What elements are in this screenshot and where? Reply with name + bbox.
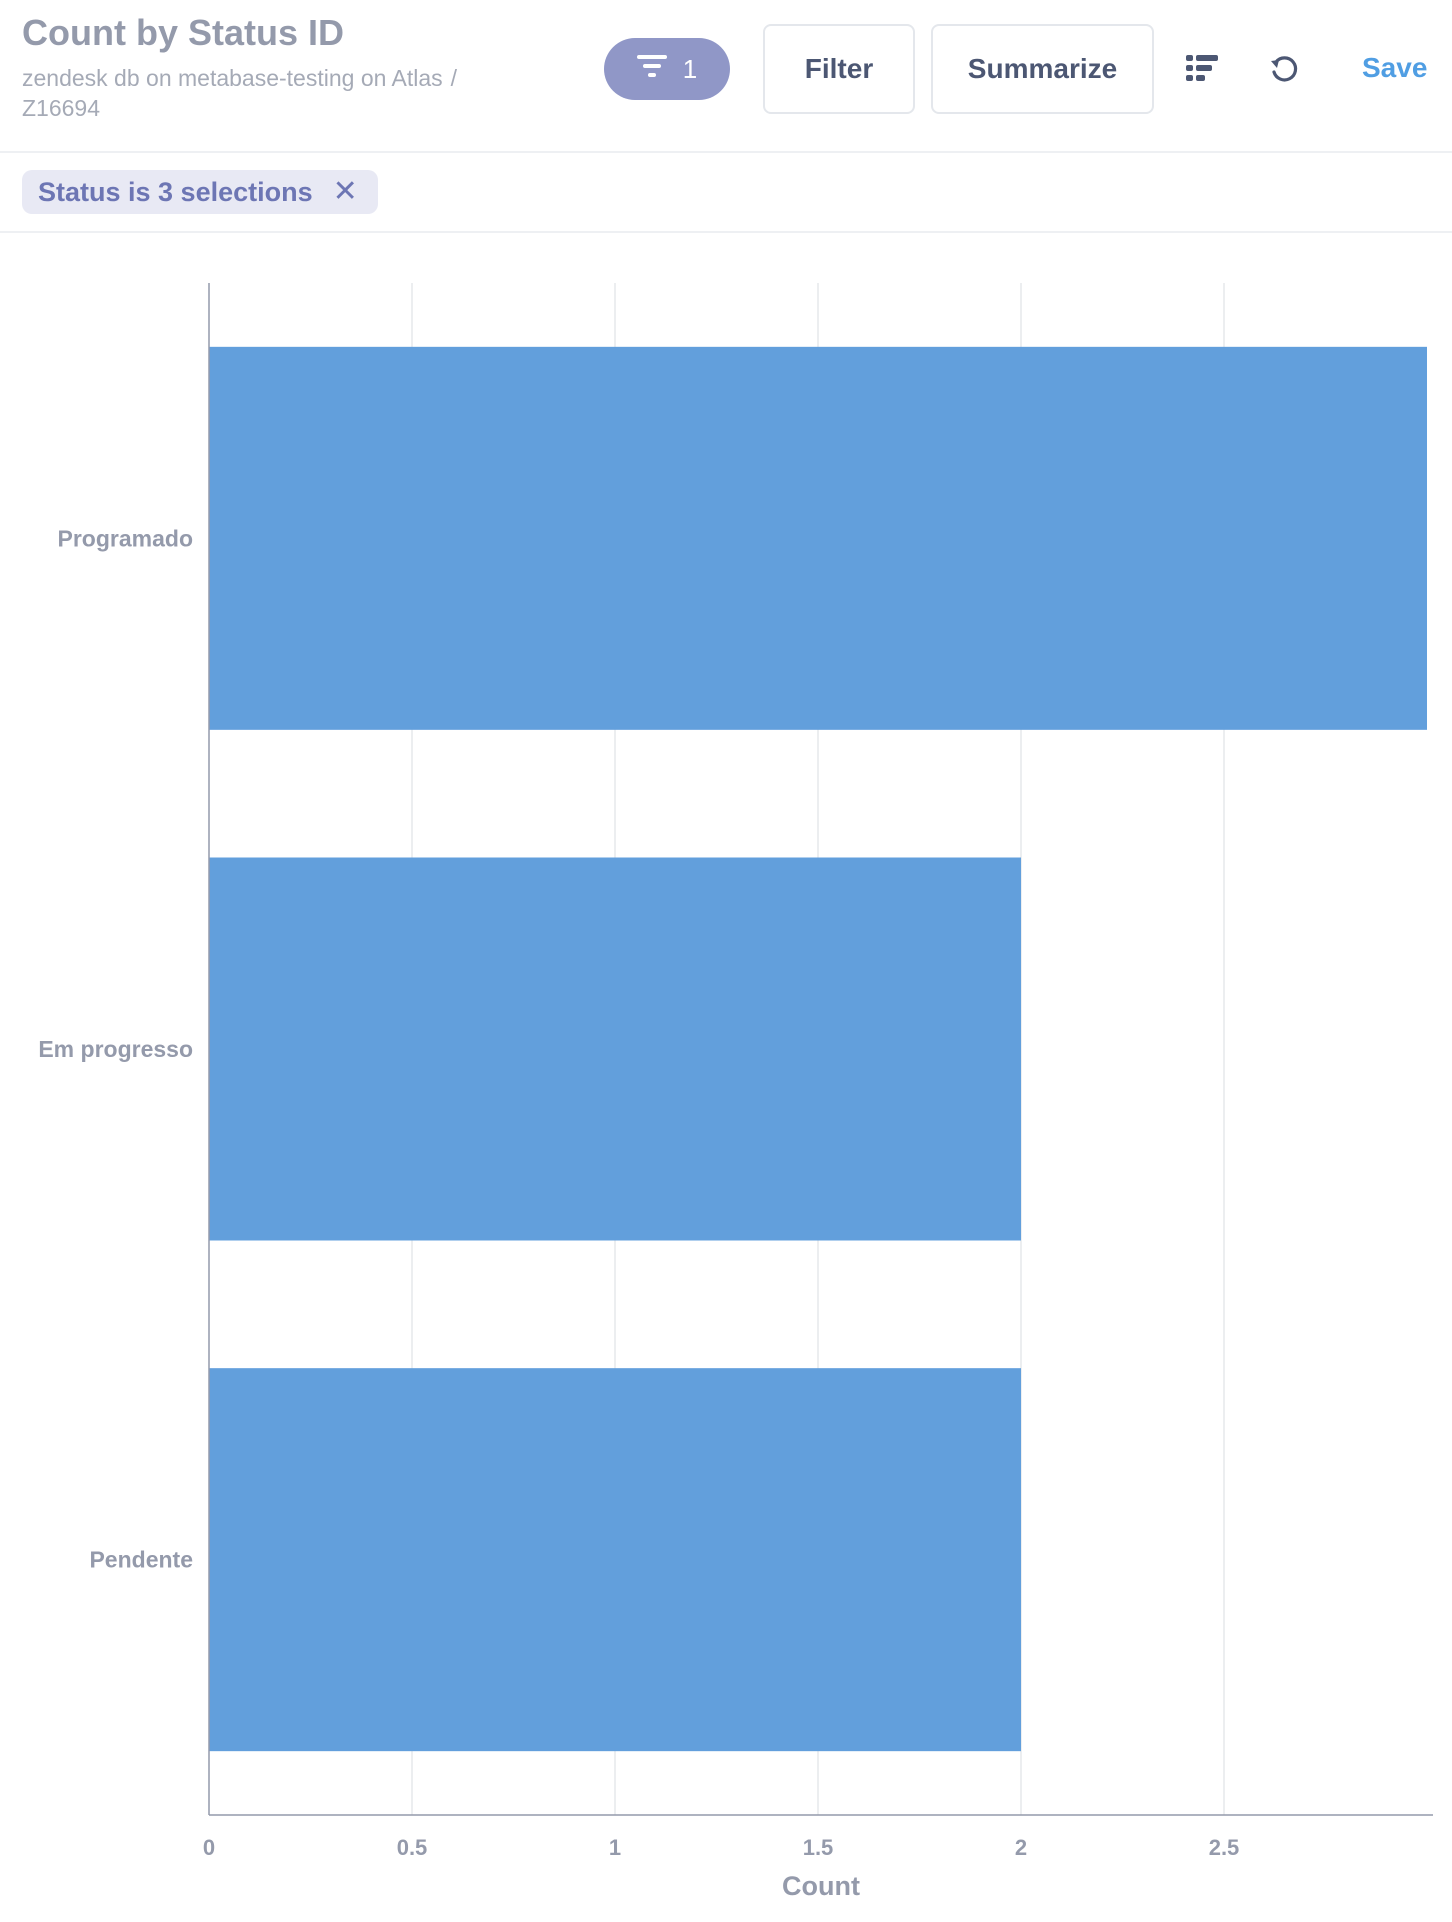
refresh-icon[interactable]: [1264, 48, 1304, 88]
filter-bar: Status is 3 selections ✕: [0, 153, 1452, 233]
filter-chip-label: Status is 3 selections: [38, 176, 313, 207]
x-tick-label: 1.5: [803, 1835, 834, 1860]
filter-count: 1: [682, 53, 698, 84]
y-category-label: Programado: [58, 525, 193, 551]
list-icon[interactable]: [1182, 48, 1222, 88]
x-tick-label: 2.5: [1209, 1835, 1240, 1860]
save-button[interactable]: Save: [1362, 52, 1427, 84]
filter-chip[interactable]: Status is 3 selections ✕: [22, 170, 378, 214]
x-tick-label: 2: [1015, 1835, 1027, 1860]
x-tick-label: 1: [609, 1835, 621, 1860]
breadcrumb-database[interactable]: zendesk db on metabase-testing on Atlas: [22, 65, 443, 91]
filter-button[interactable]: Filter: [763, 24, 915, 114]
x-tick-label: 0: [203, 1835, 215, 1860]
y-category-label: Pendente: [89, 1547, 193, 1573]
summarize-button[interactable]: Summarize: [931, 24, 1154, 114]
page-title: Count by Status ID: [22, 12, 344, 53]
bar-chart: 0 0.5 1 1.5 2 2.5 Programado Em progresso Penden…: [38, 283, 1433, 1901]
x-tick-label: 0.5: [397, 1835, 428, 1860]
breadcrumb-separator: /: [450, 65, 458, 91]
query-header: Count by Status ID zendesk db on metabas…: [0, 0, 1452, 153]
bar: [209, 1368, 1021, 1752]
filter-toggle-button[interactable]: 1: [604, 38, 730, 100]
x-axis-title: Count: [782, 1871, 860, 1901]
y-category-label: Em progresso: [38, 1036, 193, 1062]
breadcrumb: zendesk db on metabase-testing on Atlas /…: [22, 63, 542, 123]
breadcrumb-table[interactable]: Z16694: [22, 95, 100, 121]
close-icon[interactable]: ✕: [333, 177, 358, 207]
bar: [209, 346, 1427, 730]
bar: [209, 857, 1021, 1241]
filter-funnel-icon: [636, 54, 667, 85]
